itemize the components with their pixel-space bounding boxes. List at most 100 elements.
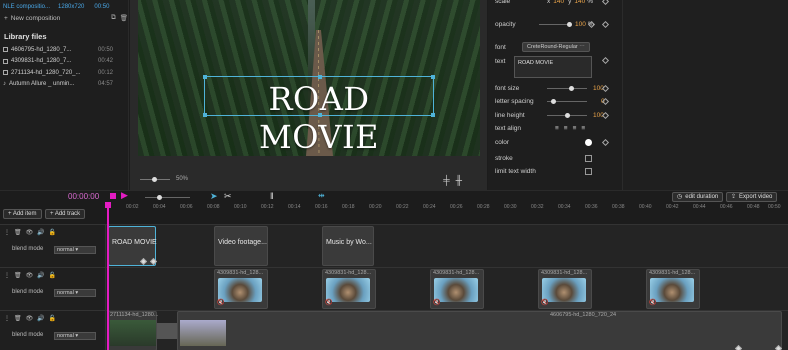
letter-spacing-slider[interactable] [547,99,587,104]
ruler-tick: 00:08 [207,204,220,210]
track-text: ⋮ 🗑 👁 🔊 🔓 blend mode normal ▾ ROAD MOVIE Vid… [0,224,788,267]
line-height-slider[interactable] [547,113,587,118]
speaker-icon[interactable]: 🔊 [37,229,44,236]
speaker-icon[interactable]: 🔊 [37,272,44,279]
composition-resolution: 1280x720 [58,3,85,10]
play-icon[interactable]: ▶ [121,190,128,201]
add-track-button[interactable]: + Add track [45,209,86,219]
clip-name: 4309831-hd_128... [649,270,696,276]
resize-handle[interactable] [318,113,322,117]
opacity-slider[interactable] [539,22,572,27]
playhead-handle[interactable] [105,202,111,208]
library-item[interactable]: ♪ Autumn Allure _ unmin... 04:57 [3,79,127,91]
scale-label: scale [495,0,511,5]
snap-icon[interactable]: ⇹ [318,191,325,200]
time-ruler[interactable]: 00:02 00:04 00:06 00:08 00:10 00:12 00:1… [108,204,788,214]
limit-width-toggle[interactable] [585,168,592,175]
text-align-row: text align ≡ ≡ ≡ ≡ [495,125,585,132]
select-tool-icon[interactable]: ➤ [210,191,218,202]
title-text-box[interactable]: ROAD MOVIE [203,75,435,156]
opacity-input[interactable]: 100 [575,21,586,28]
resize-handle[interactable] [431,113,435,117]
scale-y-input[interactable]: 140 [574,0,585,5]
keyframe-diamond[interactable] [601,0,610,6]
font-size-slider[interactable] [547,86,587,91]
keyframe-diamond[interactable] [601,138,610,147]
library-item[interactable]: 4309831-hd_1280_7... 00:42 [3,56,127,68]
zoom-slider[interactable] [140,176,170,182]
track-video-2: ⋮ 🗑 👁 🔊 🔓 blend mode normal ▾ 4309831-hd_128… [0,267,788,310]
left-panel: NLE compositio... 1280x720 00:50 + New c… [0,0,129,190]
align-center-icon[interactable]: ≡ [564,125,568,132]
clip-title[interactable]: ROAD MOVIE [108,226,157,266]
clip-caption[interactable]: Video footage... [214,226,268,266]
line-height-row: line height 100 [495,112,604,119]
clip-credit[interactable]: Music by Wo... [322,226,374,266]
video-clip[interactable]: 4309831-hd_128... 🔇 [646,269,700,309]
lock-icon[interactable]: 🔓 [49,272,56,279]
keyframe-diamond[interactable] [601,20,610,29]
video-clip[interactable]: 2711134-hd_1280... [107,311,159,350]
resize-handle[interactable] [431,75,435,79]
text-align-label: text align [495,125,522,132]
split-icon[interactable]: ‖ [270,191,274,201]
font-select[interactable]: CreteRound-Regular ⋯ [522,42,590,52]
video-clip[interactable]: 4309831-hd_128... 🔇 [538,269,592,309]
stroke-toggle[interactable] [585,155,592,162]
blend-mode-select[interactable]: normal ▾ [54,332,96,340]
composition-row[interactable]: NLE compositio... 1280x720 00:50 [3,2,127,11]
blend-mode-select[interactable]: normal ▾ [54,289,96,297]
scale-y-prefix: y [568,0,572,5]
keyframe-diamond[interactable] [601,56,610,65]
video-clip[interactable]: 4309831-hd_128... 🔇 [214,269,268,309]
speaker-icon[interactable]: 🔊 [37,315,44,322]
drag-handle-icon[interactable]: ⋮ [4,272,10,279]
stop-icon[interactable] [110,193,116,199]
mute-icon: 🔇 [649,300,657,306]
align-justify-icon[interactable]: ≡ [581,125,585,132]
eye-icon[interactable]: 👁 [26,272,34,279]
trash-icon[interactable]: 🗑 [14,315,22,322]
playhead[interactable] [107,202,109,350]
timeline-zoom-slider[interactable] [145,195,190,200]
text-input[interactable]: ROAD MOVIE [514,56,592,78]
ruler-tick: 00:04 [153,204,166,210]
export-video-button[interactable]: ⇪ Export video [726,192,778,202]
color-swatch[interactable] [585,139,592,146]
drag-handle-icon[interactable]: ⋮ [4,315,10,322]
align-vertical-icon[interactable]: ╫ [456,175,462,185]
mute-icon: 🔇 [217,300,225,306]
clip-name: 2711134-hd_1280... [110,312,159,318]
library-item[interactable]: 2711134-hd_1280_720_... 00:12 [3,67,127,79]
new-composition-button[interactable]: + New composition ⧉ 🗑 [4,13,128,23]
ruler-tick: 00:18 [342,204,355,210]
lock-icon[interactable]: 🔓 [49,315,56,322]
library-item-name: 4606795-hd_1280_7... [11,46,72,53]
library-item[interactable]: 4606795-hd_1280_7... 00:50 [3,44,127,56]
align-left-icon[interactable]: ≡ [555,125,559,132]
resize-handle[interactable] [318,75,322,79]
eye-icon[interactable]: 👁 [26,229,34,236]
align-right-icon[interactable]: ≡ [573,125,577,132]
trash-icon[interactable]: 🗑 [120,14,128,22]
edit-duration-button[interactable]: ◷ edit duration [672,192,724,202]
drag-handle-icon[interactable]: ⋮ [4,229,10,236]
lock-icon[interactable]: 🔓 [49,229,56,236]
video-preview[interactable]: ROAD MOVIE [138,0,480,156]
align-horizontal-icon[interactable]: ╪ [443,175,449,185]
video-clip[interactable]: 4309831-hd_128... 🔇 [322,269,376,309]
transition-marker[interactable] [157,323,177,339]
add-item-button[interactable]: + Add item [3,209,42,219]
eye-icon[interactable]: 👁 [26,315,34,322]
video-clip[interactable]: 4606795-hd_1280_720_24 [177,311,782,350]
copy-icon[interactable]: ⧉ [111,14,116,22]
trash-icon[interactable]: 🗑 [14,229,22,236]
blend-mode-select[interactable]: normal ▾ [54,246,96,254]
scissors-icon[interactable]: ✂ [224,191,232,202]
resize-handle[interactable] [203,113,207,117]
video-clip[interactable]: 4309831-hd_128... 🔇 [430,269,484,309]
trash-icon[interactable]: 🗑 [14,272,22,279]
resize-handle[interactable] [203,75,207,79]
scale-x-input[interactable]: 140 [553,0,564,5]
blend-mode-label: blend mode [12,332,44,338]
